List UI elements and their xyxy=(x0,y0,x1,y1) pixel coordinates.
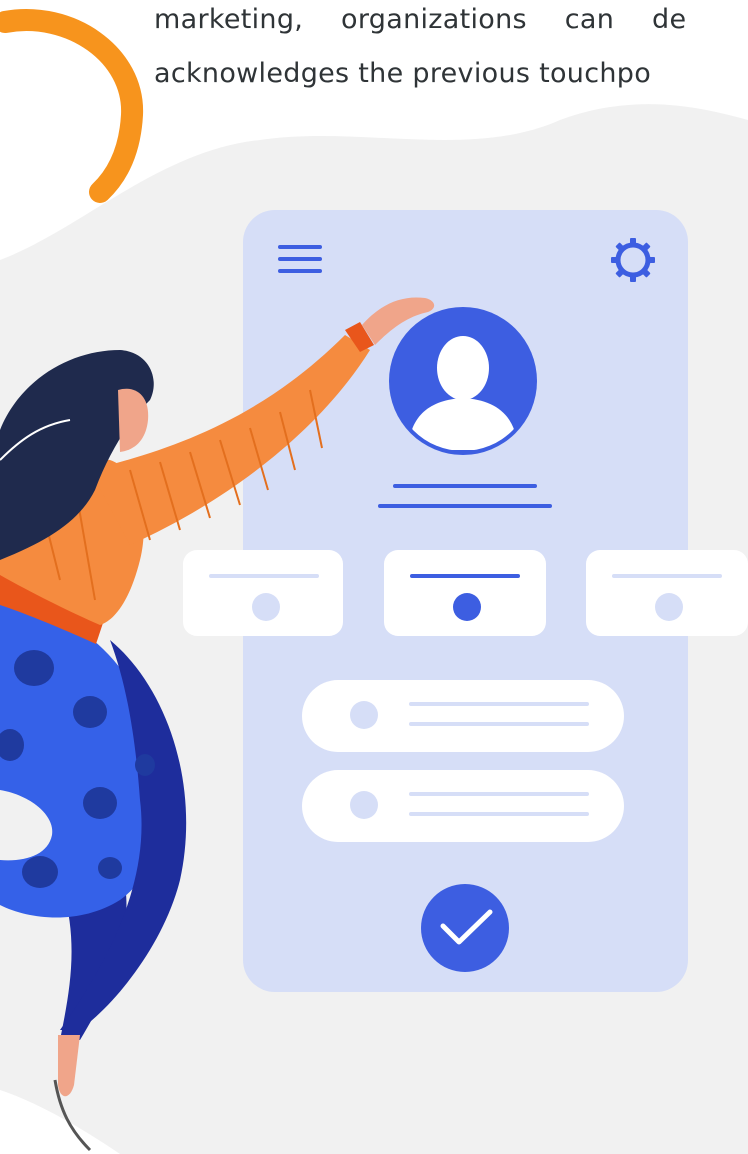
user-silhouette-icon xyxy=(389,307,537,455)
option-card-left xyxy=(183,550,343,636)
option-card-right xyxy=(586,550,748,636)
list-item-1 xyxy=(302,680,624,752)
orange-arc xyxy=(0,9,144,203)
option-card-selected xyxy=(384,550,546,636)
list-item-2 xyxy=(302,770,624,842)
illustration xyxy=(0,9,748,1154)
name-line-2 xyxy=(378,504,552,508)
checkmark-icon xyxy=(421,884,509,972)
name-line-1 xyxy=(393,484,537,488)
